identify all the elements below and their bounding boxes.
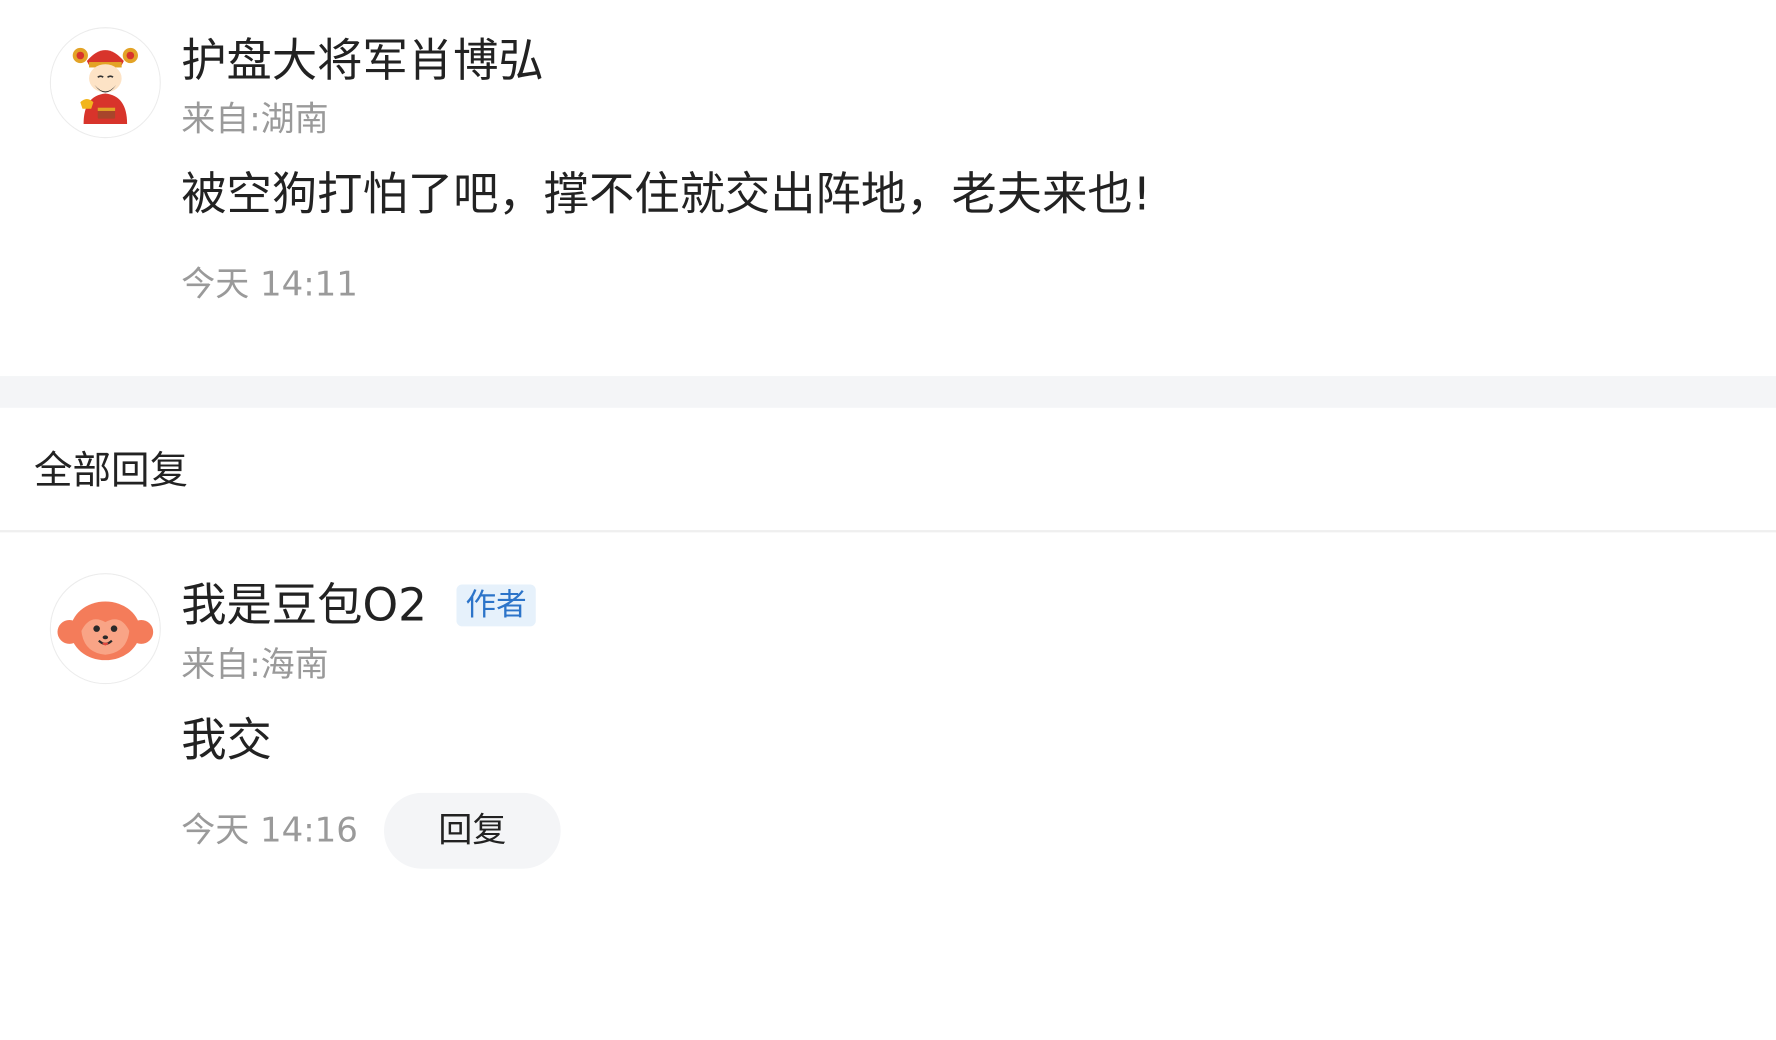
comment-username[interactable]: 护盘大将军肖博弘	[181, 34, 543, 88]
orange-monkey-avatar-icon[interactable]	[49, 573, 161, 685]
section-separator	[0, 376, 1776, 408]
all-replies-title: 全部回复	[33, 448, 189, 494]
author-badge: 作者	[456, 584, 536, 627]
reply-timestamp: 今天 14:16	[181, 811, 358, 851]
reply-content: 我交	[181, 714, 272, 767]
god-of-wealth-avatar-icon[interactable]	[49, 27, 161, 139]
comment-thread-page: 护盘大将军肖博弘 来自:湖南 被空狗打怕了吧，撑不住就交出阵地，老夫来也! 今天…	[0, 0, 1776, 1040]
comment-timestamp: 今天 14:11	[181, 265, 358, 305]
reply-username[interactable]: 我是豆包O2	[181, 579, 427, 633]
divider	[0, 530, 1776, 533]
reply-button[interactable]: 回复	[383, 792, 561, 869]
reply-location: 来自:海南	[181, 645, 329, 686]
comment-content: 被空狗打怕了吧，撑不住就交出阵地，老夫来也!	[181, 168, 1151, 221]
comment-location: 来自:湖南	[181, 99, 329, 140]
